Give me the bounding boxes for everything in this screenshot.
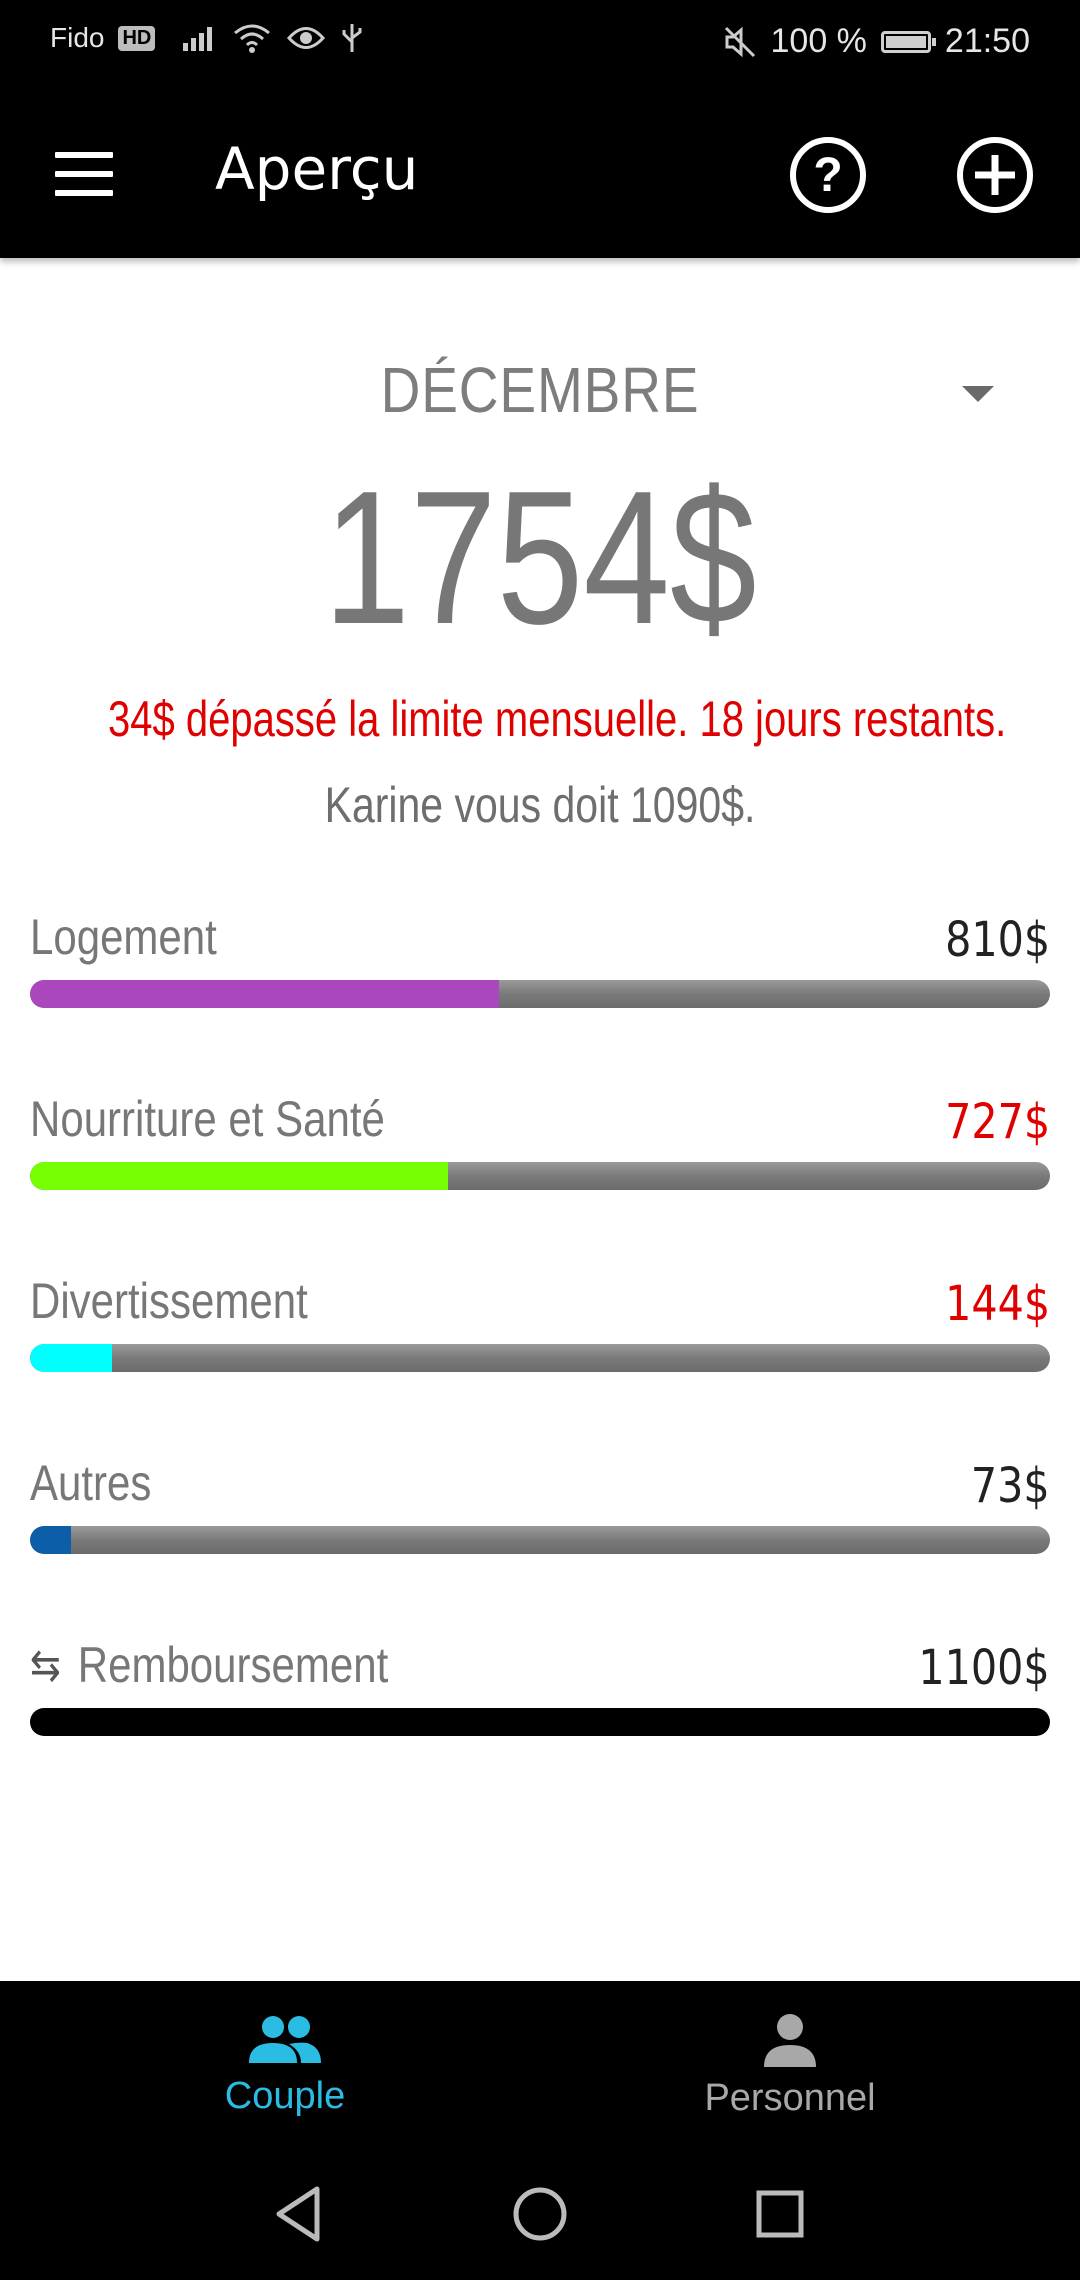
category-progress-fill xyxy=(30,1344,112,1372)
tab-personal[interactable]: Personnel xyxy=(520,1981,1060,2151)
eye-icon xyxy=(287,27,326,49)
category-progress-fill xyxy=(30,1162,449,1190)
month-selector[interactable]: DÉCEMBRE xyxy=(76,353,1005,427)
help-icon[interactable]: ? xyxy=(788,135,868,215)
overview-content: DÉCEMBRE 1754$ 34$ dépassé la limite men… xyxy=(0,258,1080,1981)
hd-badge: HD xyxy=(118,25,156,51)
battery-icon xyxy=(880,30,936,53)
category-amount: 1100$ xyxy=(918,1640,1050,1696)
category-label: Remboursement xyxy=(77,1637,389,1693)
category-progress-fill xyxy=(30,1526,71,1554)
person-icon xyxy=(764,2013,816,2067)
menu-icon[interactable] xyxy=(55,152,113,196)
category-label: Nourriture et Santé xyxy=(30,1091,385,1147)
usb-icon xyxy=(342,24,362,52)
category-label: Divertissement xyxy=(30,1273,308,1329)
page-title: Aperçu xyxy=(215,135,419,203)
home-icon[interactable] xyxy=(505,2179,575,2249)
total-amount: 1754$ xyxy=(323,452,757,664)
tab-couple[interactable]: Couple xyxy=(15,1981,555,2151)
category-amount: 810$ xyxy=(944,912,1050,968)
category-label: Logement xyxy=(30,909,217,965)
limit-alert: 34$ dépassé la limite mensuelle. 18 jour… xyxy=(108,691,1007,747)
category-progress-bar xyxy=(30,980,1050,1008)
category-progress-bar xyxy=(30,1162,1050,1190)
status-bar: Fido HD 100 % 21:50 xyxy=(0,0,1080,95)
category-reimbursement[interactable]: ⇆ Remboursement 1100$ xyxy=(30,1636,1050,1756)
category-amount: 727$ xyxy=(944,1094,1050,1150)
group-icon xyxy=(249,2015,321,2063)
category-progress-fill xyxy=(30,980,500,1008)
bottom-navigation: Couple Personnel xyxy=(0,1981,1080,2151)
category-label: Autres xyxy=(30,1455,152,1511)
clock: 21:50 xyxy=(944,22,1030,60)
signal-icon xyxy=(183,27,213,51)
recents-icon[interactable] xyxy=(745,2179,815,2249)
svg-text:?: ? xyxy=(813,149,842,202)
category-housing[interactable]: Logement 810$ xyxy=(30,908,1050,1028)
category-food-health[interactable]: Nourriture et Santé 727$ xyxy=(30,1090,1050,1210)
wifi-icon xyxy=(234,24,271,53)
back-icon[interactable] xyxy=(265,2179,335,2249)
mute-icon xyxy=(724,26,755,57)
app-bar: Aperçu ? xyxy=(0,95,1080,258)
category-entertainment[interactable]: Divertissement 144$ xyxy=(30,1272,1050,1392)
battery-percent: 100 % xyxy=(770,22,867,60)
system-navigation-bar xyxy=(0,2151,1080,2280)
debt-message: Karine vous doit 1090$. xyxy=(324,777,756,833)
chevron-down-icon[interactable] xyxy=(962,386,994,402)
carrier-name: Fido xyxy=(50,22,105,53)
category-amount: 73$ xyxy=(971,1458,1050,1514)
category-other[interactable]: Autres 73$ xyxy=(30,1454,1050,1574)
tab-label: Personnel xyxy=(704,2076,876,2119)
tab-label: Couple xyxy=(224,2074,346,2117)
category-progress-bar xyxy=(30,1526,1050,1554)
swap-arrows-icon: ⇆ xyxy=(30,1640,61,1690)
category-progress-bar xyxy=(30,1344,1050,1372)
category-amount: 144$ xyxy=(944,1276,1050,1332)
add-icon[interactable] xyxy=(955,135,1035,215)
reimbursement-bar xyxy=(30,1708,1050,1736)
